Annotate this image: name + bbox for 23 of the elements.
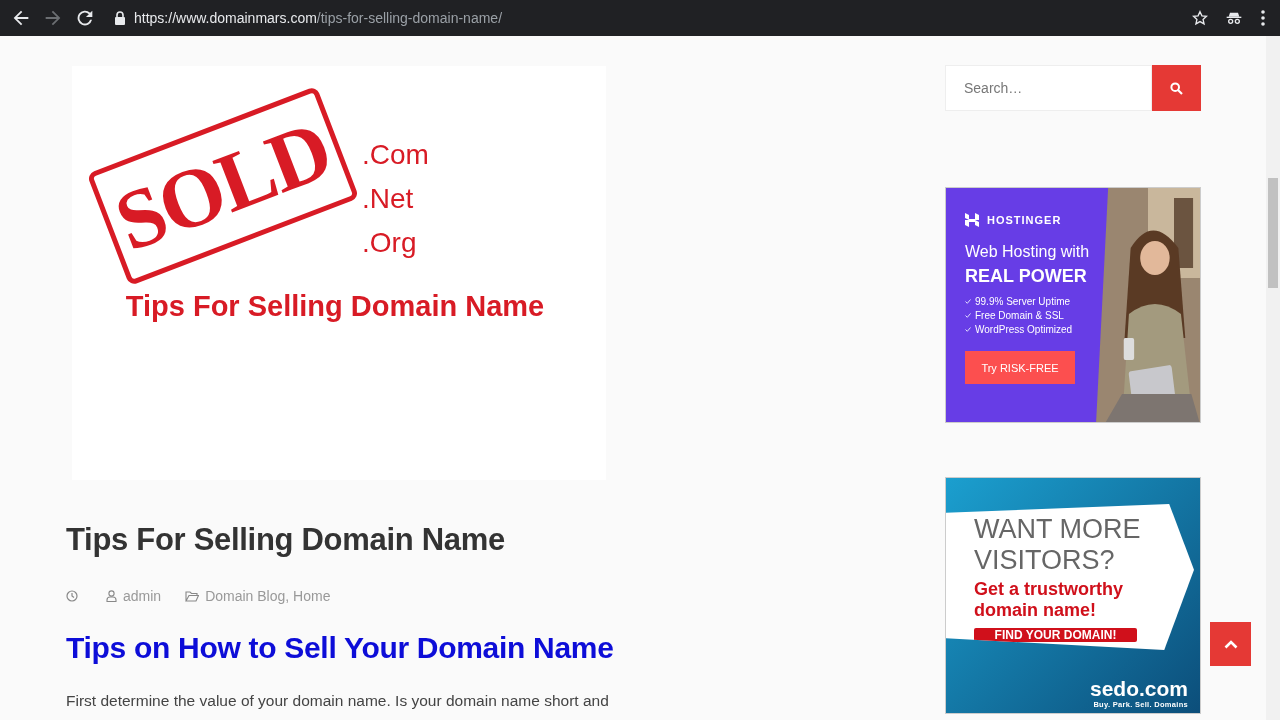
category-links[interactable]: Domain Blog, Home (205, 588, 331, 604)
url-field[interactable]: https://www.domainmars.com/tips-for-selling-domain-name/ (134, 10, 503, 26)
author-link[interactable]: admin (123, 588, 162, 604)
body-text: First determine the value of your domain name. Is your domain name short and (66, 691, 610, 711)
search-field[interactable]: Search… (945, 65, 1152, 111)
find-domain-button[interactable]: FIND YOUR DOMAIN! (974, 628, 1137, 642)
brand-name: HOSTINGER (987, 214, 1062, 226)
ad-headline: Web Hosting with (965, 242, 1091, 262)
feature-text: 99.9% Server Uptime (975, 296, 1071, 307)
domain-extension: .Net (362, 182, 415, 216)
ad-tagline: Get a trustworthy domain name! (974, 579, 1125, 621)
try-button[interactable]: Try RISK-FREE (965, 351, 1075, 384)
feature-text: WordPress Optimized (975, 324, 1073, 335)
hosting-ad[interactable]: HOSTINGER Web Hosting with REAL POWER 99.9% Server Uptime Free Domain & SSL WordPress Optimized Try RISK-FREE (945, 187, 1201, 423)
brand-name: sedo.com (1089, 678, 1188, 700)
domain-extension: .Org (362, 226, 418, 260)
section-heading: Tips on How to Sell Your Domain Name (66, 630, 615, 666)
image-caption: Tips For Selling Domain Name (125, 290, 545, 323)
ad-headline: WANT MORE VISITORS? (974, 514, 1142, 576)
post-title: Tips For Selling Domain Name (66, 522, 506, 558)
ad-headline: REAL POWER (965, 265, 1088, 288)
feature-text: Free Domain & SSL (975, 310, 1064, 321)
domain-extension: .Com (362, 138, 429, 172)
